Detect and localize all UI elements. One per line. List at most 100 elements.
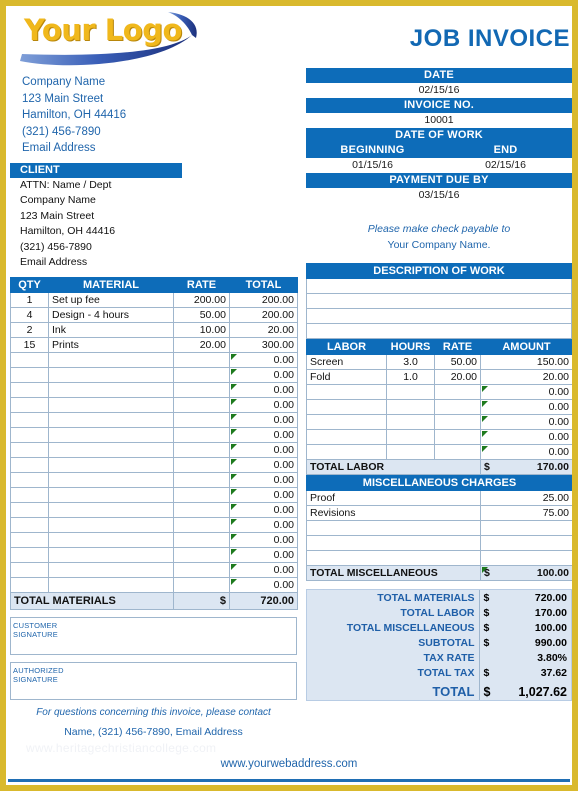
misc-amount[interactable] [480,550,572,566]
table-row[interactable]: 0.00 [10,516,298,533]
material-desc[interactable] [48,441,174,458]
material-rate[interactable] [173,366,230,383]
material-desc[interactable] [48,411,174,428]
misc-desc[interactable] [306,535,481,551]
labor-hours[interactable] [386,429,435,445]
table-row[interactable]: 0.00 [10,561,298,578]
table-row[interactable]: 0.00 [10,381,298,398]
material-desc[interactable] [48,561,174,578]
material-rate[interactable] [173,471,230,488]
material-desc[interactable] [48,471,174,488]
table-row[interactable] [306,520,572,536]
table-row[interactable]: 0.00 [306,414,572,430]
material-rate[interactable] [173,531,230,548]
material-rate[interactable] [173,501,230,518]
material-rate[interactable] [173,411,230,428]
material-qty[interactable] [10,381,49,398]
misc-desc[interactable] [306,550,481,566]
material-rate[interactable] [173,396,230,413]
material-desc[interactable] [48,456,174,473]
material-rate[interactable]: 50.00 [173,306,230,323]
labor-desc[interactable] [306,384,387,400]
table-row[interactable]: 0.00 [10,546,298,563]
material-rate[interactable] [173,546,230,563]
misc-amount[interactable] [480,535,572,551]
labor-hours[interactable]: 1.0 [386,369,435,385]
table-row[interactable]: Proof 25.00 [306,490,572,506]
table-row[interactable]: 0.00 [306,444,572,460]
table-row[interactable]: 0.00 [10,576,298,593]
material-desc[interactable] [48,381,174,398]
table-row[interactable]: 0.00 [10,411,298,428]
labor-hours[interactable] [386,399,435,415]
material-qty[interactable]: 1 [10,291,49,308]
labor-hours[interactable] [386,384,435,400]
material-qty[interactable] [10,501,49,518]
labor-desc[interactable] [306,414,387,430]
material-desc[interactable] [48,396,174,413]
material-desc[interactable] [48,426,174,443]
description-cell[interactable] [306,308,572,324]
material-rate[interactable] [173,456,230,473]
table-row[interactable]: 0.00 [10,486,298,503]
labor-rate[interactable] [434,399,481,415]
material-desc[interactable] [48,576,174,593]
misc-desc[interactable]: Revisions [306,505,481,521]
table-row[interactable]: 0.00 [306,384,572,400]
misc-amount[interactable]: 25.00 [480,490,572,506]
labor-hours[interactable] [386,414,435,430]
misc-amount[interactable]: 75.00 [480,505,572,521]
table-row[interactable]: 15 Prints 20.00 300.00 [10,336,298,353]
material-rate[interactable] [173,351,230,368]
material-desc[interactable] [48,531,174,548]
material-desc[interactable] [48,546,174,563]
material-rate[interactable] [173,516,230,533]
material-rate[interactable] [173,441,230,458]
material-rate[interactable] [173,561,230,578]
labor-desc[interactable] [306,429,387,445]
labor-hours[interactable]: 3.0 [386,354,435,370]
labor-desc[interactable] [306,399,387,415]
table-row[interactable] [306,550,572,566]
material-desc[interactable] [48,486,174,503]
labor-desc[interactable]: Fold [306,369,387,385]
material-qty[interactable] [10,456,49,473]
labor-rate[interactable] [434,444,481,460]
material-desc[interactable] [48,516,174,533]
table-row[interactable] [306,535,572,551]
table-row[interactable]: 0.00 [10,456,298,473]
payment-due-value[interactable]: 03/15/16 [306,188,572,203]
labor-rate[interactable] [434,384,481,400]
table-row[interactable]: Fold 1.0 20.00 20.00 [306,369,572,385]
labor-desc[interactable] [306,444,387,460]
material-rate[interactable]: 200.00 [173,291,230,308]
material-qty[interactable] [10,471,49,488]
material-qty[interactable]: 15 [10,336,49,353]
material-desc[interactable] [48,501,174,518]
material-desc[interactable]: Prints [48,336,174,353]
material-qty[interactable] [10,411,49,428]
table-row[interactable]: Revisions 75.00 [306,505,572,521]
material-qty[interactable] [10,576,49,593]
labor-rate[interactable] [434,429,481,445]
material-rate[interactable] [173,576,230,593]
material-qty[interactable] [10,546,49,563]
invoice-no-value[interactable]: 10001 [306,113,572,128]
labor-desc[interactable]: Screen [306,354,387,370]
material-desc[interactable] [48,366,174,383]
authorized-signature-box[interactable]: AUTHORIZED SIGNATURE [10,661,297,700]
labor-rate[interactable]: 50.00 [434,354,481,370]
material-qty[interactable] [10,351,49,368]
material-qty[interactable] [10,531,49,548]
misc-desc[interactable]: Proof [306,490,481,506]
material-qty[interactable] [10,396,49,413]
table-row[interactable] [306,308,572,324]
date-value[interactable]: 02/15/16 [306,83,572,98]
labor-rate[interactable] [434,414,481,430]
table-row[interactable]: 0.00 [10,351,298,368]
table-row[interactable]: 0.00 [306,399,572,415]
labor-hours[interactable] [386,444,435,460]
customer-signature-box[interactable]: CUSTOMER SIGNATURE [10,616,297,655]
misc-desc[interactable] [306,520,481,536]
table-row[interactable]: 4 Design - 4 hours 50.00 200.00 [10,306,298,323]
